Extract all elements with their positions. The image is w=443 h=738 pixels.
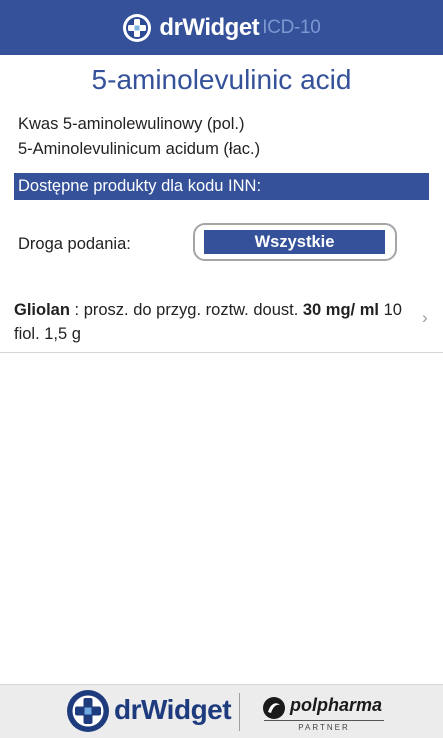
chevron-right-icon: › — [422, 308, 428, 327]
products-section-header: Dostępne produkty dla kodu INN: — [14, 173, 429, 200]
partner-label: PARTNER — [298, 723, 350, 732]
footer-brand-name: drWidget — [114, 694, 232, 725]
app-brand-name: drWidget — [159, 13, 260, 41]
polpharma-logo-icon — [263, 697, 285, 719]
route-filter-label: Droga podania: — [18, 235, 131, 253]
drwidget-logo-icon — [123, 13, 152, 42]
route-filter-dropdown[interactable]: Wszystkie — [193, 223, 397, 261]
product-list-item[interactable]: Gliolan : prosz. do przyg. roztw. doust.… — [0, 288, 443, 353]
product-description: Gliolan : prosz. do przyg. roztw. doust.… — [14, 298, 409, 346]
synonym-latin: 5-Aminolevulinicum acidum (łac.) — [18, 140, 261, 158]
product-name: Gliolan — [14, 301, 70, 319]
footer-bar: drWidget polpharma PARTNER — [0, 684, 443, 738]
product-strength: 30 mg/ ml — [302, 301, 379, 319]
app-brand-subtitle: ICD-10 — [262, 16, 321, 38]
route-filter-value: Wszystkie — [204, 230, 385, 254]
partner-underline — [264, 720, 384, 721]
app-logo: drWidget ICD-10 — [122, 13, 321, 43]
partner-name: polpharma — [290, 695, 383, 715]
drwidget-logo-icon — [67, 690, 109, 732]
drug-title: 5-aminolevulinic acid — [91, 64, 352, 95]
product-form: prosz. do przyg. roztw. doust. — [83, 301, 303, 319]
product-separator: : — [69, 301, 84, 319]
app-header: drWidget ICD-10 — [0, 0, 443, 55]
synonym-polish: Kwas 5-aminolewulinowy (pol.) — [18, 115, 245, 133]
footer-divider — [239, 693, 240, 731]
